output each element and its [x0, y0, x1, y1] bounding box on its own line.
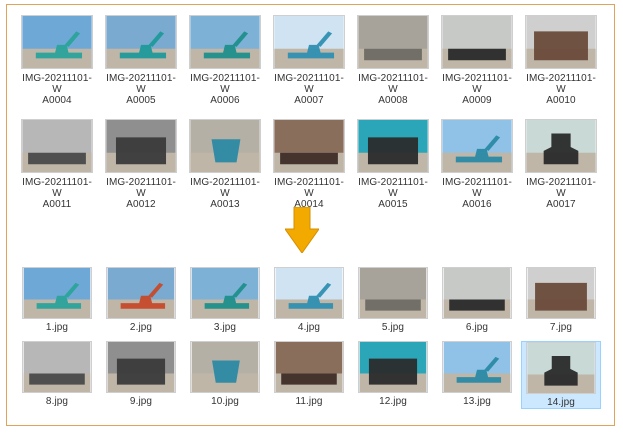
file-tile[interactable]: IMG-20211101-W A0008: [353, 15, 433, 106]
interior-photo-icon: [525, 15, 597, 69]
bucket-photo-icon: [190, 341, 260, 393]
excavator-photo-icon: [441, 119, 513, 173]
track-photo-icon: [357, 15, 429, 69]
file-tile[interactable]: IMG-20211101-W A0007: [269, 15, 349, 106]
explorer-window: IMG-20211101-W A0004 IMG-20211101-W A0005 IM…: [6, 4, 615, 426]
file-name: 6.jpg: [465, 322, 489, 333]
file-tile[interactable]: 10.jpg: [185, 341, 265, 407]
file-name: 7.jpg: [549, 322, 573, 333]
track-photo-icon: [358, 267, 428, 319]
file-name: IMG-20211101-W A0014: [274, 177, 344, 210]
file-name: 9.jpg: [129, 396, 153, 407]
excavator-photo-icon: [273, 15, 345, 69]
excavator-photo-icon: [442, 341, 512, 393]
file-tile[interactable]: IMG-20211101-W A0015: [353, 119, 433, 210]
file-name: IMG-20211101-W A0012: [106, 177, 176, 210]
track-photo-icon: [274, 341, 344, 393]
file-name: IMG-20211101-W A0006: [190, 73, 260, 106]
file-tile[interactable]: 5.jpg: [353, 267, 433, 333]
file-name: IMG-20211101-W A0008: [358, 73, 428, 106]
file-name: IMG-20211101-W A0017: [526, 177, 596, 210]
top-file-grid: IMG-20211101-W A0004 IMG-20211101-W A0005 IM…: [15, 15, 606, 210]
file-name: 3.jpg: [213, 322, 237, 333]
file-tile[interactable]: IMG-20211101-W A0017: [521, 119, 601, 210]
file-tile[interactable]: 3.jpg: [185, 267, 265, 333]
file-name: 14.jpg: [547, 397, 575, 408]
file-tile[interactable]: 1.jpg: [17, 267, 97, 333]
file-name: 5.jpg: [381, 322, 405, 333]
file-tile[interactable]: IMG-20211101-W A0009: [437, 15, 517, 106]
file-tile[interactable]: 2.jpg: [101, 267, 181, 333]
excavator-photo-icon: [189, 15, 261, 69]
file-tile[interactable]: 4.jpg: [269, 267, 349, 333]
file-tile[interactable]: 7.jpg: [521, 267, 601, 333]
file-name: IMG-20211101-W A0013: [190, 177, 260, 210]
excavator-photo-icon: [105, 15, 177, 69]
track-photo-icon: [441, 15, 513, 69]
file-tile[interactable]: IMG-20211101-W A0005: [101, 15, 181, 106]
file-tile[interactable]: IMG-20211101-W A0013: [185, 119, 265, 210]
file-tile[interactable]: IMG-20211101-W A0006: [185, 15, 265, 106]
file-name: 10.jpg: [211, 396, 239, 407]
file-tile[interactable]: IMG-20211101-W A0004: [17, 15, 97, 106]
interior-photo-icon: [526, 267, 596, 319]
excavator-photo-icon: [190, 267, 260, 319]
seat-photo-icon: [526, 342, 596, 394]
file-name: 1.jpg: [45, 322, 69, 333]
file-tile[interactable]: 14.jpg: [521, 341, 601, 409]
bottom-file-grid: 1.jpg 2.jpg 3.jpg 4.jpg 5.jpg 6.jpg 7.jpg 8.jpg…: [15, 267, 606, 417]
file-name: IMG-20211101-W A0015: [358, 177, 428, 210]
arrow-down-icon: [285, 207, 319, 253]
file-tile[interactable]: IMG-20211101-W A0014: [269, 119, 349, 210]
file-name: IMG-20211101-W A0007: [274, 73, 344, 106]
file-tile[interactable]: IMG-20211101-W A0010: [521, 15, 601, 106]
engine-photo-icon: [357, 119, 429, 173]
file-tile[interactable]: 11.jpg: [269, 341, 349, 407]
file-name: 12.jpg: [379, 396, 407, 407]
seat-photo-icon: [525, 119, 597, 173]
track-photo-icon: [273, 119, 345, 173]
file-tile[interactable]: 12.jpg: [353, 341, 433, 407]
file-name: IMG-20211101-W A0009: [442, 73, 512, 106]
file-tile[interactable]: 6.jpg: [437, 267, 517, 333]
file-name: IMG-20211101-W A0011: [22, 177, 92, 210]
excavator-photo-icon: [274, 267, 344, 319]
track-photo-icon: [22, 341, 92, 393]
file-name: 11.jpg: [295, 396, 323, 407]
file-name: 8.jpg: [45, 396, 69, 407]
file-tile[interactable]: IMG-20211101-W A0011: [17, 119, 97, 210]
bucket-photo-icon: [189, 119, 261, 173]
file-name: 2.jpg: [129, 322, 153, 333]
engine-photo-icon: [106, 341, 176, 393]
file-name: 13.jpg: [463, 396, 491, 407]
file-tile[interactable]: IMG-20211101-W A0012: [101, 119, 181, 210]
track-photo-icon: [21, 119, 93, 173]
file-tile[interactable]: IMG-20211101-W A0016: [437, 119, 517, 210]
engine-photo-icon: [105, 119, 177, 173]
file-name: 4.jpg: [297, 322, 321, 333]
file-name: IMG-20211101-W A0004: [22, 73, 92, 106]
excavator-photo-icon: [106, 267, 176, 319]
excavator-photo-icon: [22, 267, 92, 319]
file-tile[interactable]: 9.jpg: [101, 341, 181, 407]
engine-photo-icon: [358, 341, 428, 393]
file-name: IMG-20211101-W A0016: [442, 177, 512, 210]
track-photo-icon: [442, 267, 512, 319]
file-tile[interactable]: 13.jpg: [437, 341, 517, 407]
excavator-photo-icon: [21, 15, 93, 69]
file-tile[interactable]: 8.jpg: [17, 341, 97, 407]
file-name: IMG-20211101-W A0005: [106, 73, 176, 106]
file-name: IMG-20211101-W A0010: [526, 73, 596, 106]
